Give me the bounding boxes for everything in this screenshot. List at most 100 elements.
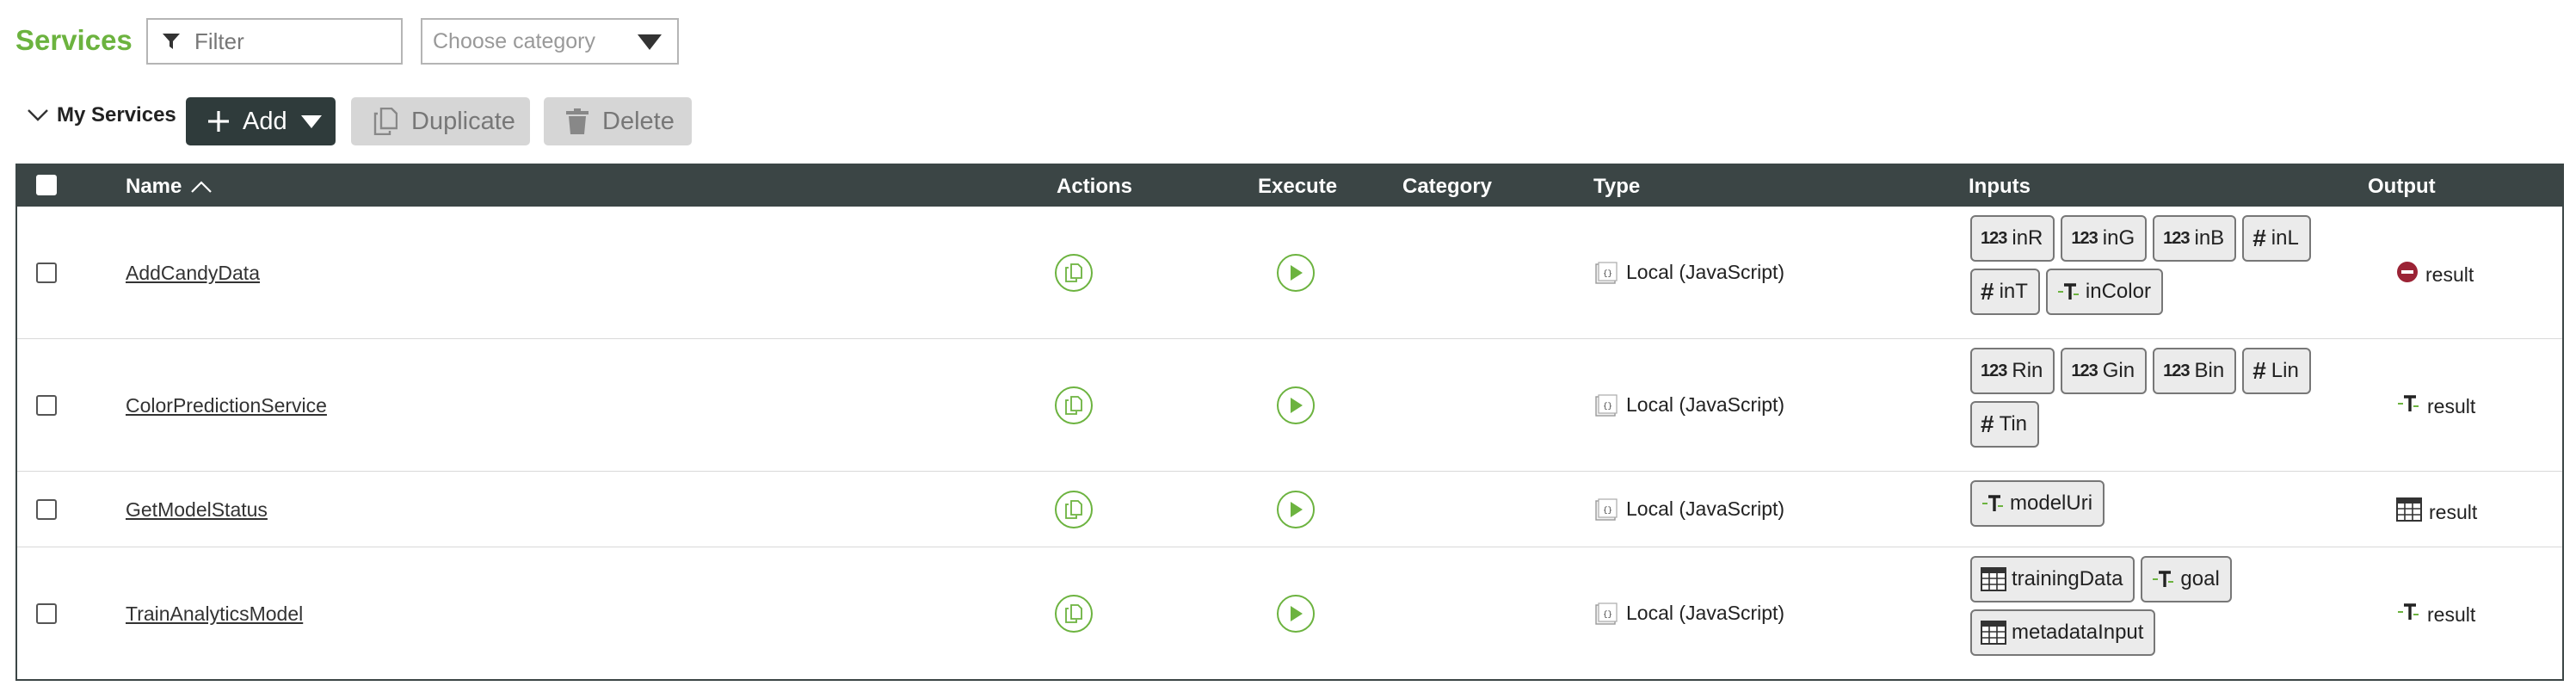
my-services-toggle[interactable]: My Services bbox=[26, 103, 176, 127]
execute-button[interactable] bbox=[1277, 595, 1315, 633]
column-header-category: Category bbox=[1402, 175, 1493, 198]
input-chip-label: Gin bbox=[2102, 359, 2135, 382]
javascript-file-icon: {} bbox=[1595, 497, 1618, 521]
input-chip[interactable]: trainingData bbox=[1970, 556, 2135, 602]
input-chip-label: trainingData bbox=[2012, 567, 2123, 590]
input-chip[interactable]: goal bbox=[2141, 556, 2232, 602]
input-chip[interactable]: # inT bbox=[1970, 269, 2040, 315]
column-header-actions: Actions bbox=[1057, 175, 1133, 198]
hash-icon: # bbox=[2252, 357, 2266, 384]
input-chip[interactable]: # Tin bbox=[1970, 401, 2040, 448]
select-all-checkbox[interactable] bbox=[36, 175, 57, 195]
copy-action-button[interactable] bbox=[1055, 254, 1093, 292]
copy-icon bbox=[1065, 604, 1082, 623]
table-icon bbox=[2396, 497, 2422, 527]
input-chip[interactable]: 123 Gin bbox=[2061, 348, 2148, 394]
service-name-link[interactable]: ColorPredictionService bbox=[126, 394, 327, 417]
chevron-down-icon bbox=[638, 34, 662, 50]
execute-button[interactable] bbox=[1277, 386, 1315, 424]
add-button[interactable]: Add bbox=[186, 97, 336, 145]
input-chip[interactable]: 123 Rin bbox=[1970, 348, 2055, 394]
table-row[interactable]: GetModelStatus {} Local (JavaScript) modelU… bbox=[17, 472, 2562, 547]
section-label: My Services bbox=[57, 103, 176, 127]
service-name-link[interactable]: GetModelStatus bbox=[126, 498, 268, 522]
inputs-cell: 123 Rin 123 Gin 123 Bin # Lin # Tin bbox=[1970, 348, 2375, 448]
hash-icon: # bbox=[1981, 411, 1994, 437]
input-chip-label: Rin bbox=[2012, 359, 2043, 382]
add-button-label: Add bbox=[243, 107, 287, 135]
category-select[interactable]: Choose category bbox=[421, 18, 679, 65]
input-chip[interactable]: 123 inR bbox=[1970, 215, 2055, 262]
type-label: Local (JavaScript) bbox=[1626, 393, 1785, 416]
type-cell: {} Local (JavaScript) bbox=[1595, 261, 1784, 284]
table-icon bbox=[1981, 621, 2006, 645]
execute-button[interactable] bbox=[1277, 254, 1315, 292]
svg-text:{}: {} bbox=[1603, 610, 1612, 619]
javascript-file-icon: {} bbox=[1595, 393, 1618, 417]
input-chip-label: inColor bbox=[2085, 280, 2151, 303]
service-name-link[interactable]: AddCandyData bbox=[126, 262, 260, 285]
copy-icon bbox=[373, 108, 397, 135]
services-table: Name Actions Execute Category Type Input… bbox=[15, 164, 2564, 681]
row-checkbox[interactable] bbox=[36, 499, 57, 520]
input-chip-label: Lin bbox=[2271, 359, 2299, 382]
column-header-name[interactable]: Name bbox=[126, 175, 213, 199]
play-icon bbox=[1291, 502, 1303, 517]
input-chip[interactable]: inColor bbox=[2045, 269, 2163, 315]
play-icon bbox=[1291, 606, 1303, 621]
input-chip-label: modelUri bbox=[2010, 491, 2093, 515]
duplicate-button[interactable]: Duplicate bbox=[351, 97, 530, 145]
execute-button[interactable] bbox=[1277, 491, 1315, 528]
duplicate-button-label: Duplicate bbox=[411, 107, 515, 135]
input-chip[interactable]: modelUri bbox=[1970, 480, 2105, 527]
input-chip[interactable]: metadataInput bbox=[1970, 609, 2156, 656]
type-cell: {} Local (JavaScript) bbox=[1595, 602, 1784, 625]
output-label: result bbox=[2425, 263, 2474, 286]
copy-action-button[interactable] bbox=[1055, 491, 1093, 528]
row-checkbox[interactable] bbox=[36, 395, 57, 416]
service-name-link[interactable]: TrainAnalyticsModel bbox=[126, 602, 303, 626]
copy-icon bbox=[1065, 500, 1082, 519]
inputs-cell: trainingData goal metadataInput bbox=[1970, 556, 2375, 656]
copy-action-button[interactable] bbox=[1055, 595, 1093, 633]
type-cell: {} Local (JavaScript) bbox=[1595, 497, 1784, 521]
table-row[interactable]: AddCandyData{} Local (JavaScript) 123 inR 12… bbox=[17, 207, 2562, 339]
svg-text:{}: {} bbox=[1603, 402, 1612, 411]
delete-button-label: Delete bbox=[602, 107, 675, 135]
text-type-icon bbox=[2396, 393, 2420, 419]
chevron-down-icon bbox=[28, 109, 48, 121]
play-icon bbox=[1291, 265, 1303, 281]
input-chip-label: inR bbox=[2012, 226, 2043, 250]
text-type-icon bbox=[2396, 602, 2420, 627]
filter-icon bbox=[163, 34, 180, 49]
row-checkbox[interactable] bbox=[36, 603, 57, 624]
type-label: Local (JavaScript) bbox=[1626, 602, 1785, 624]
number-123-icon: 123 bbox=[2163, 228, 2190, 248]
filter-field[interactable] bbox=[146, 18, 403, 65]
type-label: Local (JavaScript) bbox=[1626, 497, 1785, 520]
javascript-file-icon: {} bbox=[1595, 261, 1618, 284]
number-123-icon: 123 bbox=[2071, 361, 2098, 380]
row-checkbox[interactable] bbox=[36, 263, 57, 283]
hash-icon: # bbox=[2252, 225, 2266, 251]
input-chip[interactable]: # inL bbox=[2242, 215, 2311, 262]
input-chip[interactable]: 123 inB bbox=[2153, 215, 2237, 262]
filter-input[interactable] bbox=[193, 27, 385, 56]
table-row[interactable]: TrainAnalyticsModel {} Local (JavaScript) t… bbox=[17, 547, 2562, 681]
javascript-file-icon: {} bbox=[1595, 602, 1618, 625]
text-type-icon bbox=[2056, 281, 2080, 302]
copy-icon bbox=[1065, 263, 1082, 282]
table-icon bbox=[1981, 567, 2006, 591]
svg-text:{}: {} bbox=[1603, 269, 1612, 278]
delete-button[interactable]: Delete bbox=[544, 97, 692, 145]
copy-action-button[interactable] bbox=[1055, 386, 1093, 424]
output-cell: result bbox=[2396, 393, 2475, 419]
input-chip-label: metadataInput bbox=[2012, 621, 2144, 644]
input-chip[interactable]: 123 Bin bbox=[2153, 348, 2237, 394]
column-header-execute: Execute bbox=[1258, 175, 1338, 198]
column-header-type: Type bbox=[1593, 175, 1641, 198]
input-chip[interactable]: # Lin bbox=[2242, 348, 2311, 394]
table-row[interactable]: ColorPredictionService {} Local (JavaScrip… bbox=[17, 339, 2562, 472]
input-chip[interactable]: 123 inG bbox=[2061, 215, 2148, 262]
category-select-placeholder: Choose category bbox=[433, 28, 596, 53]
